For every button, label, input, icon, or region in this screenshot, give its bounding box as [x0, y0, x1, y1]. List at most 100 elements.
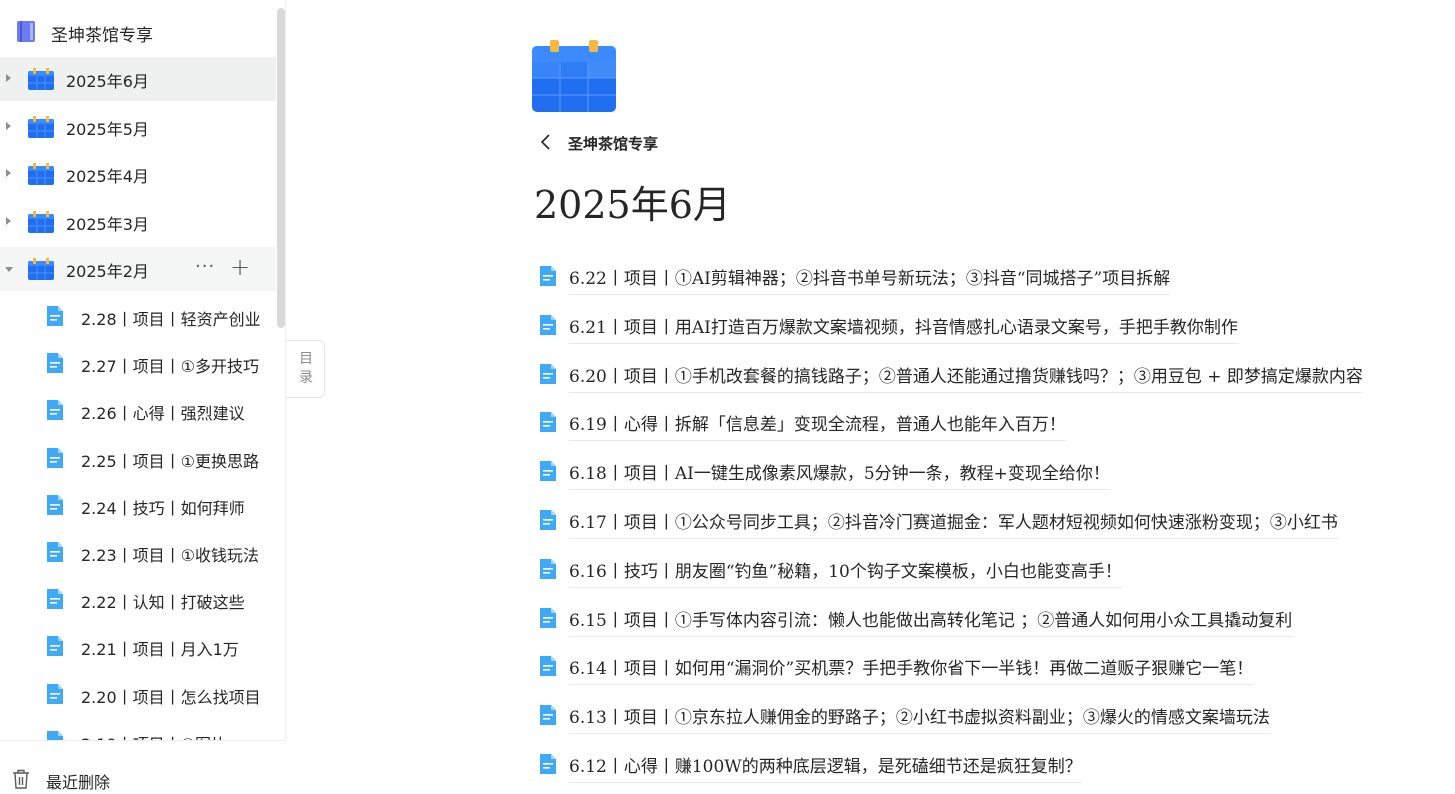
sidebar-folder-2025-03[interactable]: 2025年3月: [0, 200, 276, 244]
sidebar-doc-item[interactable]: 2.20丨项目丨怎么找项目: [0, 672, 276, 716]
sidebar-doc-label: 2.20丨项目丨怎么找项目: [81, 687, 261, 707]
doc-list-item[interactable]: 6.18丨项目丨AI一键生成像素风爆款，5分钟一条，教程+变现全给你！: [540, 457, 1430, 491]
doc-title-link[interactable]: 6.12丨心得丨赚100W的两种底层逻辑，是死磕细节还是疯狂复制？: [569, 752, 1082, 783]
doc-list-item[interactable]: 6.20丨项目丨①手机改套餐的搞钱路子；②普通人还能通过撸货赚钱吗？；③用豆包 …: [540, 360, 1430, 393]
sidebar-doc-item[interactable]: 2.19丨项目丨①图片: [0, 719, 276, 740]
doc-title-link[interactable]: 6.13丨项目丨①京东拉人赚佣金的野路子；②小红书虚拟资料副业；③爆火的情感文案…: [569, 703, 1270, 735]
doc-list-item[interactable]: 6.22丨项目丨①AI剪辑神器；②抖音书单号新玩法；③抖音“同城搭子”项目拆解: [540, 262, 1430, 295]
sidebar-doc-item[interactable]: 2.27丨项目丨①多开技巧: [0, 341, 276, 385]
folder-label: 2025年4月: [66, 167, 149, 186]
plus-icon[interactable]: +: [230, 253, 250, 281]
document-icon: [47, 683, 63, 704]
document-icon: [540, 754, 556, 774]
caret-right-icon[interactable]: [6, 122, 11, 130]
trash-icon: [13, 769, 29, 789]
doc-list-item[interactable]: 6.13丨项目丨①京东拉人赚佣金的野路子；②小红书虚拟资料副业；③爆火的情感文案…: [540, 701, 1430, 735]
calendar-icon: [28, 163, 54, 185]
calendar-icon: [28, 68, 54, 90]
toc-toggle-label: 目录: [299, 351, 313, 386]
document-icon: [47, 400, 63, 421]
sidebar-doc-label: 2.25丨项目丨①更换思路: [81, 451, 259, 471]
sidebar-doc-item[interactable]: 2.22丨认知丨打破这些: [0, 577, 276, 621]
sidebar-doc-label: 2.28丨项目丨轻资产创业: [81, 310, 261, 329]
book-icon: [17, 21, 35, 42]
document-icon: [540, 510, 556, 530]
document-icon: [540, 656, 556, 677]
doc-list-item[interactable]: 6.12丨心得丨赚100W的两种底层逻辑，是死磕细节还是疯狂复制？: [540, 750, 1430, 783]
sidebar-doc-label: 2.26丨心得丨强烈建议: [81, 404, 245, 424]
doc-list-item[interactable]: 6.19丨心得丨拆解「信息差」变现全流程，普通人也能年入百万！: [540, 408, 1430, 442]
document-icon: [540, 607, 556, 628]
doc-list-item[interactable]: 6.21丨项目丨用AI打造百万爆款文案墙视频，抖音情感扎心语录文案号，手把手教你…: [540, 311, 1430, 344]
caret-down-icon[interactable]: [5, 267, 13, 272]
sidebar-doc-label: 2.21丨项目丨月入1万: [81, 640, 239, 660]
sidebar-doc-item[interactable]: 2.21丨项目丨月入1万: [0, 624, 276, 668]
document-icon: [540, 558, 556, 579]
document-icon: [47, 447, 63, 468]
sidebar-doc-label: 2.19丨项目丨①图片: [81, 731, 261, 740]
doc-title-link[interactable]: 6.18丨项目丨AI一键生成像素风爆款，5分钟一条，教程+变现全给你！: [569, 459, 1110, 491]
chevron-left-icon: [540, 134, 550, 150]
calendar-icon: [28, 258, 54, 280]
sidebar-doc-item[interactable]: 2.26丨心得丨强烈建议: [0, 388, 276, 432]
doc-title-link[interactable]: 6.16丨技巧丨朋友圈“钓鱼”秘籍，10个钩子文案模板，小白也能变高手！: [569, 557, 1122, 588]
caret-right-icon[interactable]: [6, 74, 11, 82]
doc-title-link[interactable]: 6.17丨项目丨①公众号同步工具；②抖音冷门赛道掘金：军人题材短视频如何快速涨粉…: [569, 508, 1338, 539]
calendar-icon: [28, 211, 54, 233]
calendar-cover-icon: [532, 40, 616, 112]
doc-list-item[interactable]: 6.17丨项目丨①公众号同步工具；②抖音冷门赛道掘金：军人题材短视频如何快速涨粉…: [540, 506, 1430, 539]
toc-toggle-button[interactable]: 目录: [286, 340, 325, 398]
book-header[interactable]: 圣坤茶馆专享: [0, 10, 276, 52]
folder-label: 2025年6月: [66, 72, 149, 91]
document-icon: [47, 636, 63, 657]
sidebar-folder-2025-05[interactable]: 2025年5月: [0, 105, 276, 149]
document-icon: [540, 461, 556, 482]
doc-list-item[interactable]: 6.14丨项目丨如何用“漏洞价”买机票？手把手教你省下一半钱！再做二道贩子狠赚它…: [540, 652, 1430, 686]
doc-title-link[interactable]: 6.15丨项目丨①手写体内容引流：懒人也能做出高转化笔记 ；②普通人如何用小众工…: [569, 606, 1293, 637]
folder-label: 2025年2月: [66, 262, 149, 281]
document-icon: [540, 412, 556, 433]
recently-deleted[interactable]: 最近删除: [0, 740, 286, 794]
document-icon: [540, 266, 556, 286]
doc-title-link[interactable]: 6.22丨项目丨①AI剪辑神器；②抖音书单号新玩法；③抖音“同城搭子”项目拆解: [569, 264, 1171, 295]
folder-label: 2025年5月: [66, 120, 149, 139]
sidebar-doc-label: 2.27丨项目丨①多开技巧: [81, 357, 259, 377]
book-title: 圣坤茶馆专享: [51, 26, 153, 46]
document-icon: [540, 705, 556, 726]
document-icon: [47, 494, 63, 515]
more-icon[interactable]: ···: [195, 256, 215, 277]
document-icon: [47, 306, 63, 326]
doc-title-link[interactable]: 6.20丨项目丨①手机改套餐的搞钱路子；②普通人还能通过撸货赚钱吗？；③用豆包 …: [569, 362, 1363, 393]
sidebar: 圣坤茶馆专享 2025年6月 2025年5月 2025年4月 2025年3月 2…: [0, 0, 286, 794]
document-icon: [47, 730, 63, 740]
sidebar-tree: 圣坤茶馆专享 2025年6月 2025年5月 2025年4月 2025年3月 2…: [0, 0, 276, 740]
document-icon: [47, 542, 63, 562]
recently-deleted-label: 最近删除: [46, 773, 111, 792]
doc-title-link[interactable]: 6.19丨心得丨拆解「信息差」变现全流程，普通人也能年入百万！: [569, 410, 1066, 442]
sidebar-doc-item[interactable]: 2.28丨项目丨轻资产创业: [0, 294, 276, 338]
document-icon: [540, 363, 556, 384]
sidebar-folder-2025-06[interactable]: 2025年6月: [0, 57, 276, 101]
sidebar-doc-label: 2.23丨项目丨①收钱玩法: [81, 546, 259, 565]
doc-list-item[interactable]: 6.15丨项目丨①手写体内容引流：懒人也能做出高转化笔记 ；②普通人如何用小众工…: [540, 604, 1430, 637]
sidebar-doc-item[interactable]: 2.24丨技巧丨如何拜师: [0, 483, 276, 527]
sidebar-doc-label: 2.24丨技巧丨如何拜师: [81, 498, 245, 518]
calendar-icon: [28, 116, 54, 138]
sidebar-doc-item[interactable]: 2.25丨项目丨①更换思路: [0, 436, 276, 480]
document-icon: [540, 314, 556, 335]
folder-label: 2025年3月: [66, 215, 149, 234]
doc-title-link[interactable]: 6.14丨项目丨如何用“漏洞价”买机票？手把手教你省下一半钱！再做二道贩子狠赚它…: [569, 654, 1254, 686]
sidebar-folder-2025-04[interactable]: 2025年4月: [0, 152, 276, 196]
doc-list-item[interactable]: 6.16丨技巧丨朋友圈“钓鱼”秘籍，10个钩子文案模板，小白也能变高手！: [540, 555, 1430, 588]
sidebar-doc-label: 2.22丨认知丨打破这些: [81, 593, 245, 613]
caret-right-icon[interactable]: [6, 217, 11, 225]
breadcrumb-label: 圣坤茶馆专享: [568, 135, 659, 153]
doc-title-link[interactable]: 6.21丨项目丨用AI打造百万爆款文案墙视频，抖音情感扎心语录文案号，手把手教你…: [569, 313, 1238, 344]
sidebar-folder-2025-02[interactable]: 2025年2月 ··· +: [0, 247, 276, 291]
caret-right-icon[interactable]: [6, 169, 11, 177]
page-title: 2025年6月: [534, 183, 731, 227]
sidebar-doc-item[interactable]: 2.23丨项目丨①收钱玩法: [0, 530, 276, 574]
document-icon: [47, 589, 63, 610]
sidebar-scrollbar[interactable]: [277, 8, 285, 328]
document-icon: [47, 353, 63, 374]
